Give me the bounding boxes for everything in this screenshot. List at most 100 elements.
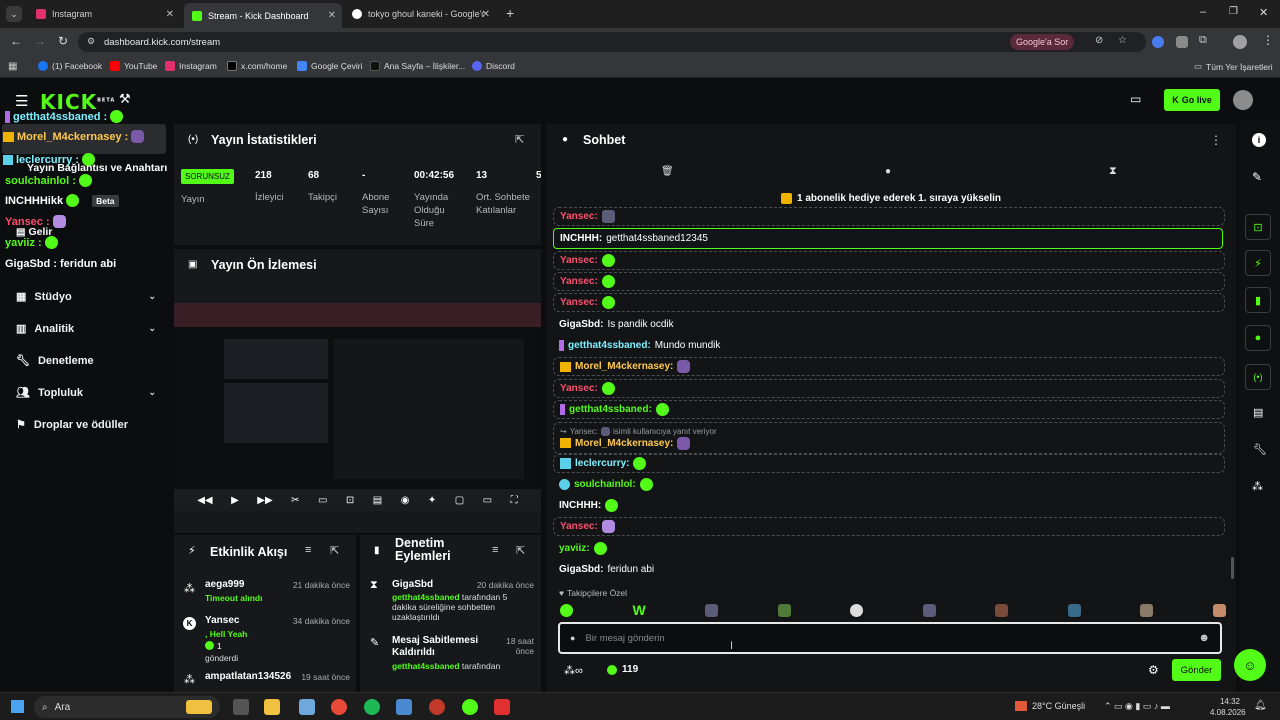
emote-icon[interactable] (922, 603, 936, 617)
task-view-icon[interactable] (233, 699, 249, 715)
sidebar-item-moderation[interactable]: 🔧︎ Denetleme (16, 354, 156, 368)
sidebar-item-analytics[interactable]: ▥ Analitik ⌄ (16, 322, 156, 336)
emote-icon[interactable] (777, 603, 791, 617)
user-avatar[interactable] (1233, 90, 1253, 110)
play-icon[interactable]: ▶ (231, 495, 239, 506)
star-icon[interactable]: ☆ (1118, 35, 1127, 46)
windows-start-icon[interactable] (11, 700, 24, 713)
bookmark-youtube[interactable]: YouTube (110, 61, 157, 71)
notifications-icon[interactable]: 🔔︎ (1254, 700, 1267, 711)
rail-wrench-icon[interactable]: 🔧︎ (1253, 443, 1267, 456)
chat-mode-icon[interactable]: ● (885, 166, 891, 177)
chat-message[interactable]: leclercurry: (553, 454, 1225, 473)
popout-icon[interactable]: ⇱ (515, 133, 524, 146)
chat-message[interactable]: Yansec: (553, 251, 1225, 270)
gift-sub-banner[interactable]: 1 abonelik hediye ederek 1. sıraya yükse… (546, 188, 1236, 208)
chat-message[interactable]: getthat4ssbaned: Mundo mundik (553, 336, 1225, 355)
bookmark-instagram[interactable]: Instagram (165, 61, 217, 71)
apps-grid-icon[interactable]: ▦ (8, 61, 17, 72)
popout-icon[interactable]: ⇱ (516, 544, 525, 557)
emote-icon[interactable] (705, 603, 719, 617)
chat-message-reply[interactable]: ↪ Yansec: isimli kullanıcıya yanıt veriyor… (553, 422, 1225, 454)
camera-icon[interactable]: ▭ (318, 495, 327, 506)
bookmark-discord[interactable]: Discord (472, 61, 515, 71)
chrome-icon[interactable] (331, 699, 347, 715)
app-icon[interactable] (299, 699, 315, 715)
minimize-button[interactable]: – (1200, 6, 1206, 18)
chat-settings-icon[interactable]: ⚙ (1148, 663, 1159, 677)
chat-message[interactable]: yaviiz: (553, 539, 1225, 558)
chat-input[interactable]: ● Bir mesaj gönderin ☻ (558, 622, 1222, 654)
trash-icon[interactable]: 🗑︎ (661, 166, 674, 177)
grid-icon[interactable]: ▤ (373, 495, 382, 506)
hammer-icon[interactable]: ⚒ (119, 91, 131, 107)
extension-icon[interactable] (1152, 36, 1164, 48)
rail-server-icon[interactable]: ▤ (1253, 406, 1263, 419)
chat-message[interactable]: Yansec: (553, 517, 1225, 536)
app-icon-4[interactable] (462, 699, 478, 715)
new-tab-button[interactable]: + (506, 5, 514, 21)
theater-mode-icon[interactable]: ▭ (1130, 92, 1141, 106)
chat-message[interactable]: soulchainlol: (553, 475, 1225, 494)
info-icon[interactable]: i (1252, 133, 1266, 147)
emote-w-icon[interactable]: W (633, 602, 646, 618)
go-live-button[interactable]: K Go live (1164, 89, 1220, 111)
clock[interactable]: 14:32 4.08.2026 (1210, 696, 1246, 718)
weather-widget[interactable]: 28°C Güneşli (1015, 701, 1085, 711)
tray-icons[interactable]: ⌃ ▭ ◉ ▮ ▭ ♪ ▬ (1104, 701, 1170, 712)
tab-list-icon[interactable]: ⌄ (6, 6, 22, 22)
emote-icon[interactable] (850, 603, 864, 617)
chat-menu-icon[interactable]: ⋮ (1210, 133, 1222, 147)
emote-icon[interactable] (1213, 603, 1226, 617)
bookmark-translate[interactable]: Google Çeviri (297, 61, 363, 71)
filter-icon[interactable]: ≡ (305, 544, 311, 556)
close-window-button[interactable]: ✕ (1259, 6, 1268, 19)
profile-avatar[interactable] (1233, 35, 1247, 49)
chat-message[interactable]: Morel_M4ckernasey: (553, 357, 1225, 376)
sidebar-item-drops[interactable]: ⚑ Droplar ve ödüller (16, 418, 176, 432)
rail-users-icon[interactable]: ⁂ (1252, 480, 1263, 493)
tab-instagram[interactable]: Instagram ✕ (28, 4, 180, 24)
ask-google-button[interactable]: Google'a Sor (1010, 34, 1075, 50)
close-tab-icon[interactable]: ✕ (328, 10, 336, 21)
chat-users-icon[interactable]: ⁂∞ (564, 664, 583, 677)
file-explorer-icon[interactable] (264, 699, 280, 715)
emoji-picker-icon[interactable]: ☻ (1198, 632, 1210, 644)
reload-icon[interactable]: ↻ (58, 34, 68, 48)
spotify-icon[interactable] (364, 699, 380, 715)
emote-icon[interactable] (560, 603, 573, 617)
app-icon-3[interactable] (429, 699, 445, 715)
chat-message[interactable]: GigaSbd: Is pandik ocdik (553, 315, 1225, 334)
emote-icon[interactable] (1067, 603, 1081, 617)
eye-off-icon[interactable]: ⊘ (1095, 35, 1103, 46)
pip-icon[interactable]: ▭ (483, 495, 492, 506)
bookmark-relations[interactable]: Ana Sayfa – İlişkiler... (370, 61, 465, 71)
mute-icon[interactable]: ✂ (291, 495, 299, 506)
browser-menu-icon[interactable]: ⋮ (1262, 33, 1274, 47)
record-icon[interactable]: ◉ (401, 495, 410, 506)
emote-icon[interactable] (995, 603, 1009, 617)
url-input[interactable]: ⚙ dashboard.kick.com/stream Google'a Sor… (78, 32, 1146, 52)
preview-video[interactable]: ◀◀ ▶ ▶▶ ✂ ▭ ⊡ ▤ ◉ ✦ ▢ ▭ ⛶ (174, 303, 541, 511)
frame-icon[interactable]: ▢ (455, 495, 464, 506)
back-icon[interactable]: ← (10, 34, 22, 48)
emote-icon[interactable] (1140, 603, 1154, 617)
rail-chat-icon[interactable]: ● (1245, 325, 1271, 351)
sidebar-item-studio[interactable]: ▦ Stüdyo ⌄ (16, 290, 156, 304)
all-bookmarks[interactable]: ▭ Tüm Yer İşaretleri (1194, 61, 1273, 72)
filter-icon[interactable]: ≡ (492, 544, 498, 556)
fullscreen-icon[interactable]: ⛶ (511, 495, 518, 506)
crop-icon[interactable]: ⊡ (346, 495, 354, 506)
forward-icon[interactable]: → (34, 34, 46, 48)
chat-message[interactable]: getthat4ssbaned: (553, 400, 1225, 419)
support-chat-button[interactable]: ☺ (1234, 649, 1266, 681)
chat-message[interactable]: GigaSbd: feridun abi (553, 560, 1225, 579)
chat-message[interactable]: Yansec: (553, 207, 1225, 226)
bookmark-facebook[interactable]: (1) Facebook (38, 61, 102, 71)
rewind-icon[interactable]: ◀◀ (197, 495, 212, 506)
pencil-icon[interactable]: ✎ (1252, 170, 1262, 184)
app-icon-2[interactable] (396, 699, 412, 715)
bookmark-x[interactable]: x.com/home (227, 61, 287, 71)
chat-scrollbar[interactable] (1231, 557, 1234, 579)
close-tab-icon[interactable]: ✕ (482, 9, 490, 20)
